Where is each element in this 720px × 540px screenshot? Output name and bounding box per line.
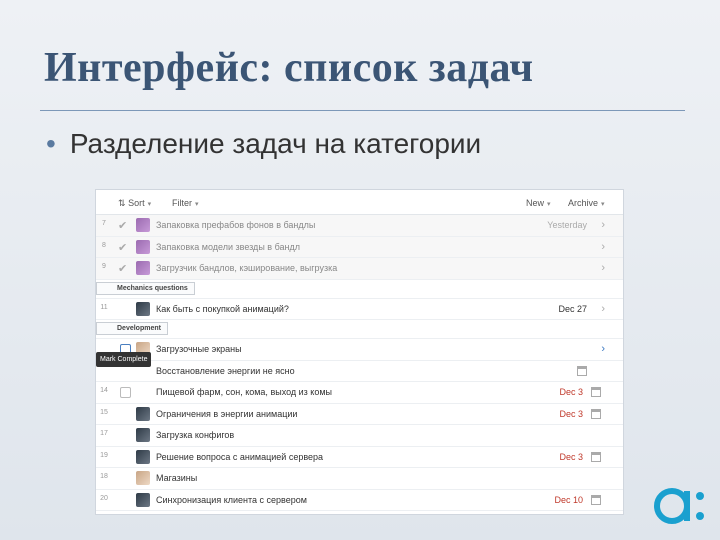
bullet-dot-icon: • <box>46 128 56 159</box>
task-title: Решение вопроса с анимацией сервера <box>156 451 324 462</box>
task-title: Синхронизация клиента с сервером <box>156 494 307 505</box>
calendar-icon[interactable] <box>591 494 601 505</box>
chevron-down-icon: ▾ <box>601 201 605 208</box>
mark-complete-tooltip: Mark Complete <box>96 352 152 367</box>
task-title: Восстановление энергии не ясно <box>156 365 295 376</box>
task-row[interactable]: 8 ✔ Запаковка модели звезды в бандл › <box>96 236 623 258</box>
sort-button[interactable]: ⇅ Sort ▾ <box>118 198 151 209</box>
complete-checkbox[interactable] <box>120 387 131 398</box>
calendar-icon[interactable] <box>591 408 601 419</box>
avatar <box>136 261 150 275</box>
slide-title: Интерфейс: список задач <box>44 45 534 91</box>
chevron-down-icon: ▾ <box>195 201 199 208</box>
check-icon[interactable]: ✔ <box>118 262 127 275</box>
task-number: 20 <box>100 494 108 502</box>
avatar <box>136 239 150 254</box>
chevron-right-icon[interactable]: › <box>601 241 605 253</box>
avatar <box>136 428 150 442</box>
task-number: 14 <box>100 387 108 394</box>
task-number: 15 <box>100 408 108 416</box>
task-row[interactable]: 20 Синхронизация клиента с сервером Dec … <box>96 490 623 511</box>
avatar <box>136 471 150 485</box>
new-label: New <box>526 198 545 208</box>
task-number: 7 <box>102 220 106 227</box>
task-row[interactable]: 19 Решение вопроса с анимацией сервера D… <box>96 447 623 468</box>
chevron-down-icon: ▾ <box>147 201 152 208</box>
task-title: Пищевой фарм, сон, кома, выход из комы <box>156 387 333 397</box>
task-title: Как быть с покупкой анимаций? <box>156 303 289 314</box>
avatar <box>136 301 150 316</box>
task-due-date: Dec 3 <box>559 408 583 419</box>
task-due-date: Yesterday <box>547 220 587 230</box>
task-number: 19 <box>100 451 108 459</box>
archive-button[interactable]: Archive ▾ <box>568 198 605 208</box>
task-row[interactable]: Загрузочные экраны › <box>96 339 623 361</box>
task-title: Загрузчик бандлов, кэширование, выгрузка <box>156 263 338 273</box>
task-row[interactable]: Восстановление энергии не ясно <box>96 361 623 382</box>
task-number: 18 <box>100 473 108 480</box>
chevron-right-icon[interactable]: › <box>601 219 605 231</box>
task-title: Загрузка конфигов <box>156 430 235 440</box>
task-number: 9 <box>102 263 106 270</box>
task-title: Запаковка префабов фонов в бандлы <box>156 220 316 230</box>
new-button[interactable]: New ▾ <box>526 198 551 208</box>
task-due-date: Dec 10 <box>554 494 583 505</box>
brand-logo-icon <box>654 488 704 524</box>
bullet-text: Разделение задач на категории <box>69 128 482 159</box>
avatar <box>136 492 150 507</box>
task-toolbar: ⇅ Sort ▾ Filter ▾ New ▾ Archive ▾ <box>96 190 623 215</box>
calendar-icon[interactable] <box>591 387 601 397</box>
task-title: Ограничения в энергии анимации <box>156 408 298 419</box>
section-header-mechanics[interactable]: Mechanics questions <box>96 279 623 299</box>
task-title: Загрузочные экраны <box>156 344 242 354</box>
check-icon[interactable]: ✔ <box>118 241 127 254</box>
task-due-date: Dec 3 <box>559 387 583 397</box>
task-row[interactable]: 11 Как быть с покупкой анимаций? Dec 27 … <box>96 299 623 320</box>
task-row[interactable]: 14 Пищевой фарм, сон, кома, выход из ком… <box>96 382 623 404</box>
task-row[interactable]: 18 Магазины <box>96 468 623 490</box>
task-list-panel: ⇅ Sort ▾ Filter ▾ New ▾ Archive ▾ 7 ✔ Запако… <box>96 190 623 514</box>
chevron-right-icon[interactable]: › <box>601 343 605 355</box>
task-row[interactable]: 7 ✔ Запаковка префабов фонов в бандлы Ye… <box>96 215 623 237</box>
task-row[interactable]: 15 Ограничения в энергии анимации Dec 3 <box>96 404 623 425</box>
archive-label: Archive <box>568 198 599 208</box>
task-title: Запаковка модели звезды в бандл <box>156 241 300 252</box>
task-row[interactable]: 9 ✔ Загрузчик бандлов, кэширование, выгр… <box>96 258 623 280</box>
bullet-item: • Разделение задач на категории <box>46 128 481 160</box>
chevron-right-icon[interactable]: › <box>601 262 605 274</box>
avatar <box>136 449 150 464</box>
check-icon[interactable]: ✔ <box>118 219 127 232</box>
filter-label: Filter <box>172 198 192 208</box>
task-title: Магазины <box>156 473 198 483</box>
task-number: 8 <box>102 241 106 249</box>
task-due-date: Dec 3 <box>559 451 583 462</box>
section-label: Mechanics questions <box>96 281 195 295</box>
sort-label: Sort <box>128 198 145 208</box>
calendar-icon[interactable] <box>591 451 601 462</box>
calendar-icon[interactable] <box>577 365 587 376</box>
avatar <box>136 406 150 421</box>
section-label: Development <box>96 322 168 335</box>
sort-icon: ⇅ <box>118 198 126 208</box>
section-header-development[interactable]: Development <box>96 320 623 339</box>
chevron-right-icon[interactable]: › <box>601 303 605 315</box>
task-number: 11 <box>100 303 108 311</box>
chevron-down-icon: ▾ <box>547 201 551 208</box>
title-divider <box>40 110 685 111</box>
task-due-date: Dec 27 <box>558 303 587 314</box>
avatar <box>136 218 150 232</box>
filter-button[interactable]: Filter ▾ <box>172 198 199 208</box>
task-row[interactable]: 17 Загрузка конфигов <box>96 425 623 447</box>
task-number: 17 <box>100 430 108 437</box>
